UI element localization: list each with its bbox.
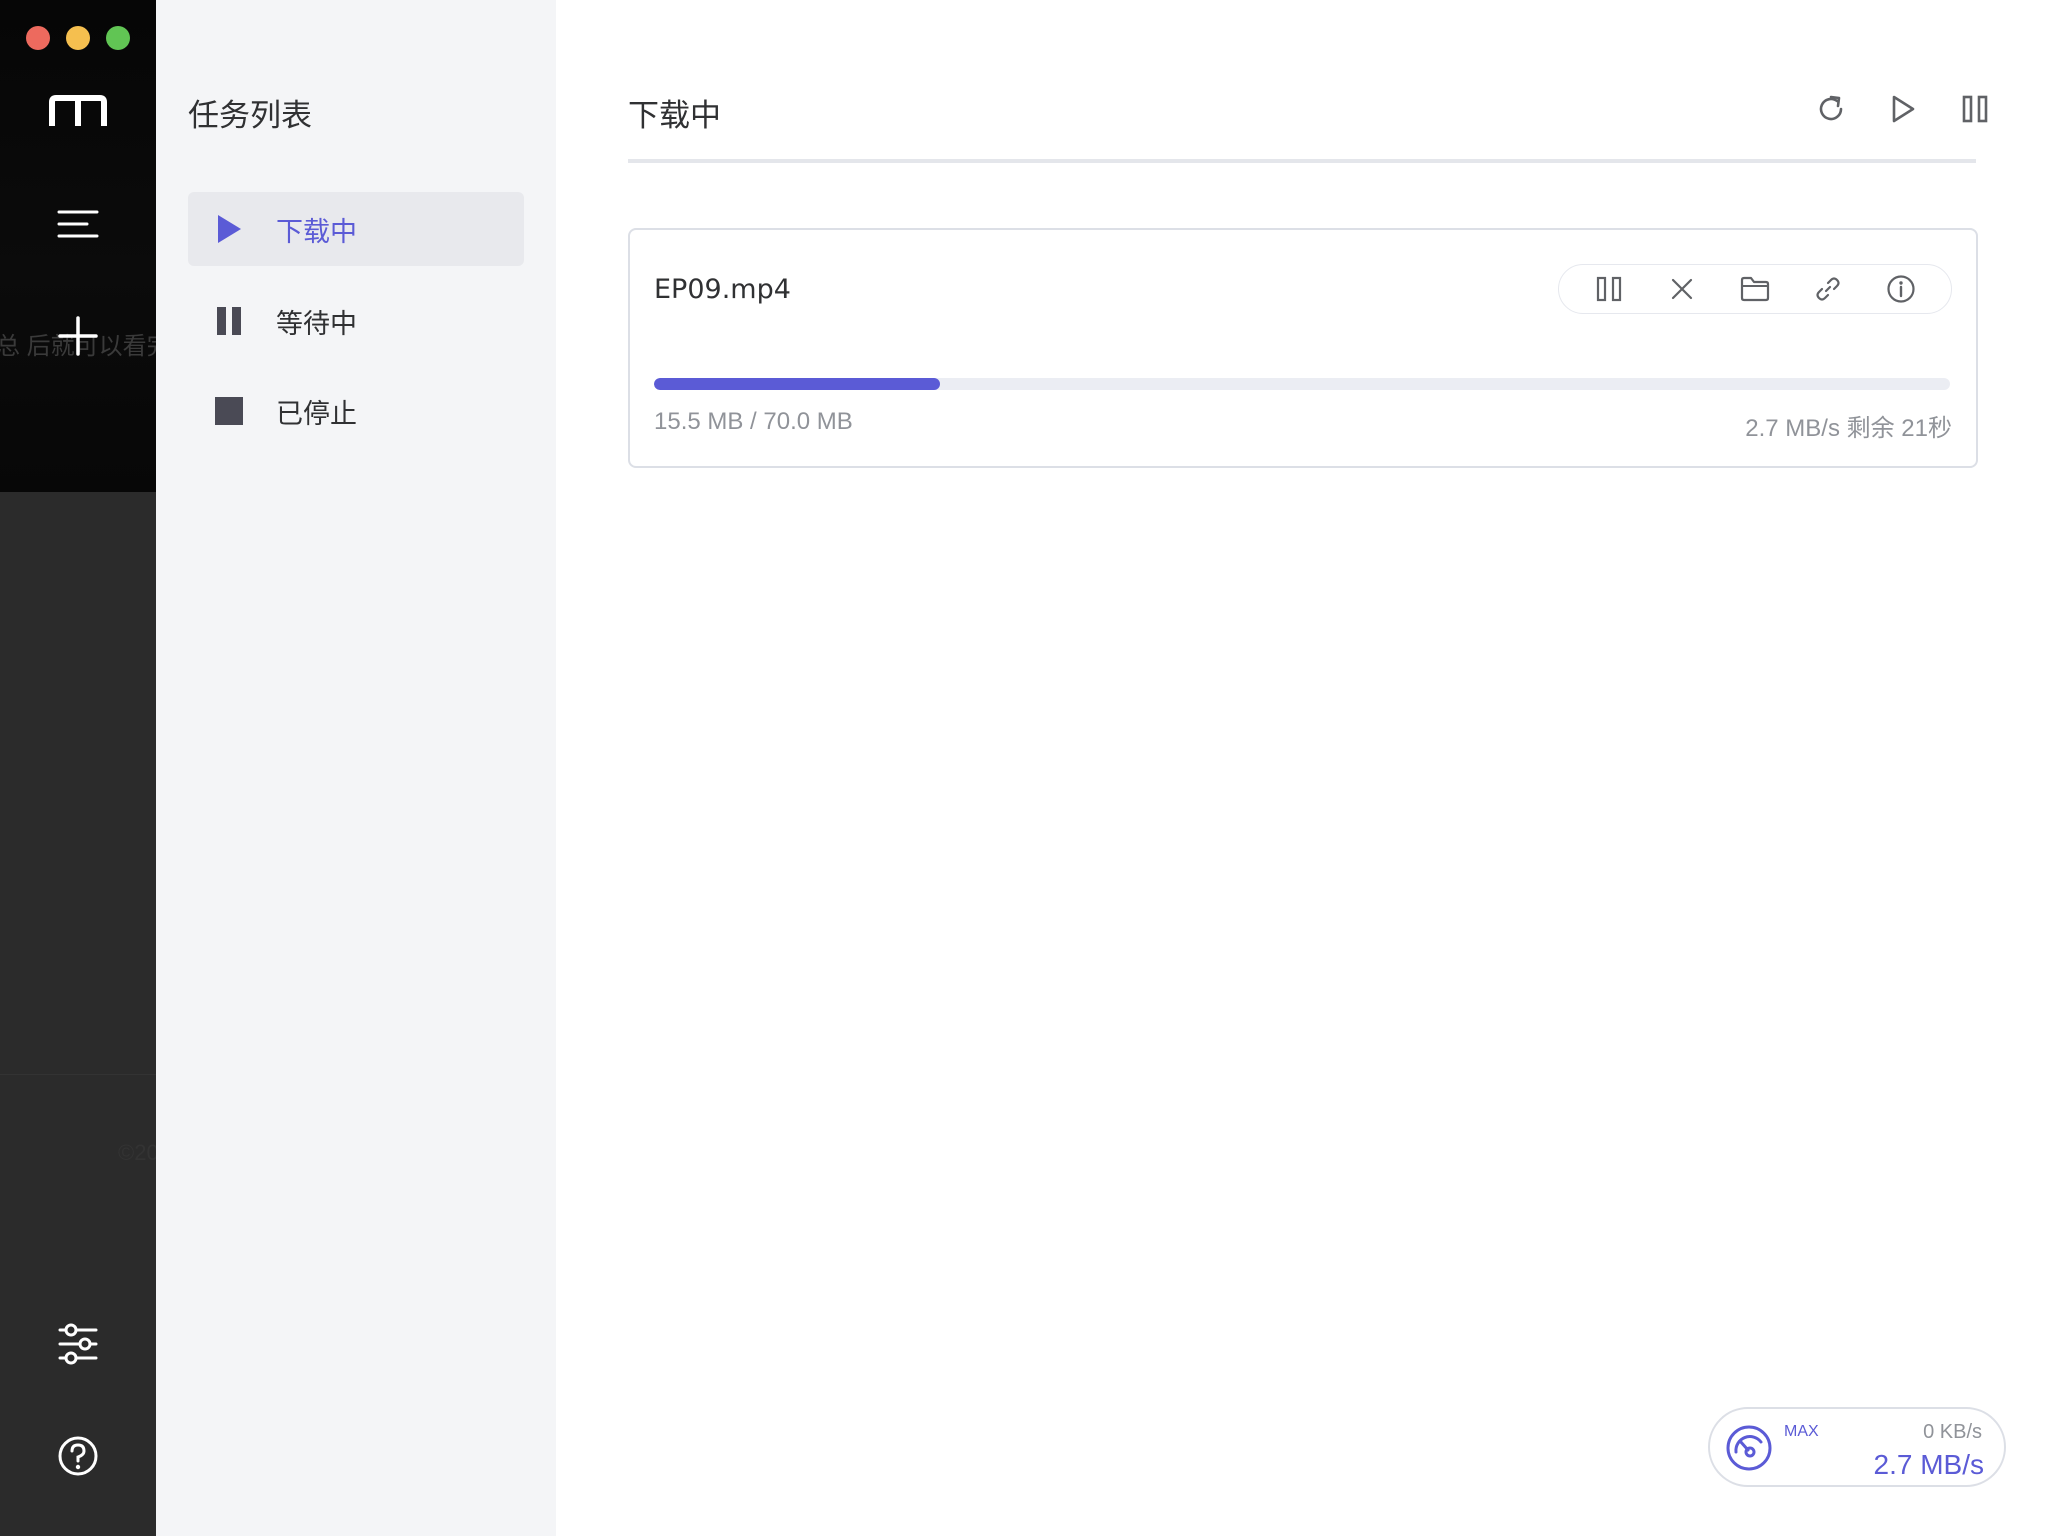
window-close-button[interactable] bbox=[26, 26, 50, 50]
refresh-icon bbox=[1819, 95, 1843, 121]
help-icon[interactable] bbox=[48, 1426, 108, 1486]
task-item[interactable]: EP09.mp4 15.5 MB / 70.0 MB 2.7 MB/s 剩余 2… bbox=[628, 228, 1978, 468]
play-icon bbox=[214, 214, 244, 244]
stop-icon bbox=[214, 396, 244, 426]
task-pause-button[interactable] bbox=[1591, 271, 1627, 307]
speed-meter[interactable]: MAX 0 KB/s 2.7 MB/s bbox=[1708, 1407, 2006, 1487]
pause-icon bbox=[214, 306, 244, 336]
pause-all-button[interactable] bbox=[1958, 92, 1992, 126]
add-icon[interactable] bbox=[48, 306, 108, 366]
task-list-sidebar: 任务列表 下载中 等待中 已停止 bbox=[156, 0, 556, 1536]
header-divider bbox=[628, 159, 1976, 163]
task-progress-bar bbox=[654, 378, 1950, 390]
delete-icon bbox=[1672, 278, 1693, 300]
upload-speed: 0 KB/s bbox=[1923, 1421, 1982, 1443]
page-title: 下载中 bbox=[628, 98, 721, 134]
sidebar-item-label: 下载中 bbox=[276, 216, 357, 248]
refresh-button[interactable] bbox=[1814, 92, 1848, 126]
resume-all-icon bbox=[1892, 95, 1915, 123]
sidebar-item-stopped[interactable]: 已停止 bbox=[188, 374, 524, 448]
task-name: EP09.mp4 bbox=[654, 274, 791, 305]
folder-icon bbox=[1740, 276, 1770, 302]
logo-icon bbox=[48, 82, 108, 142]
task-actions bbox=[1558, 264, 1952, 314]
speedometer-icon bbox=[1726, 1425, 1772, 1471]
main-panel: 下载中 EP09.mp4 15.5 MB / 70.0 MB 2.7 MB/s … bbox=[556, 0, 2048, 1536]
pause-icon bbox=[1597, 276, 1622, 302]
sidebar-item-waiting[interactable]: 等待中 bbox=[188, 284, 524, 358]
sidebar-item-label: 已停止 bbox=[276, 398, 357, 430]
info-icon bbox=[1886, 275, 1915, 303]
rail-background-text-2: ©20 bbox=[118, 1140, 156, 1165]
sidebar-item-downloading[interactable]: 下载中 bbox=[188, 192, 524, 266]
window-minimize-button[interactable] bbox=[66, 26, 90, 50]
resume-all-button[interactable] bbox=[1886, 92, 1920, 126]
task-folder-button[interactable] bbox=[1737, 271, 1773, 307]
rail-divider bbox=[0, 1074, 156, 1075]
download-speed: 2.7 MB/s bbox=[1873, 1449, 1984, 1480]
speed-max-label: MAX bbox=[1784, 1423, 1819, 1440]
window-zoom-button[interactable] bbox=[106, 26, 130, 50]
task-progress-fill bbox=[654, 378, 941, 390]
task-link-button[interactable] bbox=[1810, 271, 1846, 307]
pause-all-icon bbox=[1962, 95, 1988, 123]
settings-icon[interactable] bbox=[48, 1314, 108, 1374]
link-icon bbox=[1816, 277, 1840, 301]
sidebar-title: 任务列表 bbox=[188, 98, 312, 134]
task-size: 15.5 MB / 70.0 MB bbox=[654, 408, 853, 435]
menu-icon[interactable] bbox=[48, 194, 108, 254]
task-speed: 2.7 MB/s 剩余 21秒 bbox=[1745, 415, 1952, 442]
app-rail: 总 后就可以看完 ©20 bbox=[0, 0, 156, 1536]
main-toolbar bbox=[1814, 92, 1992, 126]
sidebar-item-label: 等待中 bbox=[276, 308, 357, 340]
task-delete-button[interactable] bbox=[1664, 271, 1700, 307]
task-info-button[interactable] bbox=[1883, 271, 1919, 307]
